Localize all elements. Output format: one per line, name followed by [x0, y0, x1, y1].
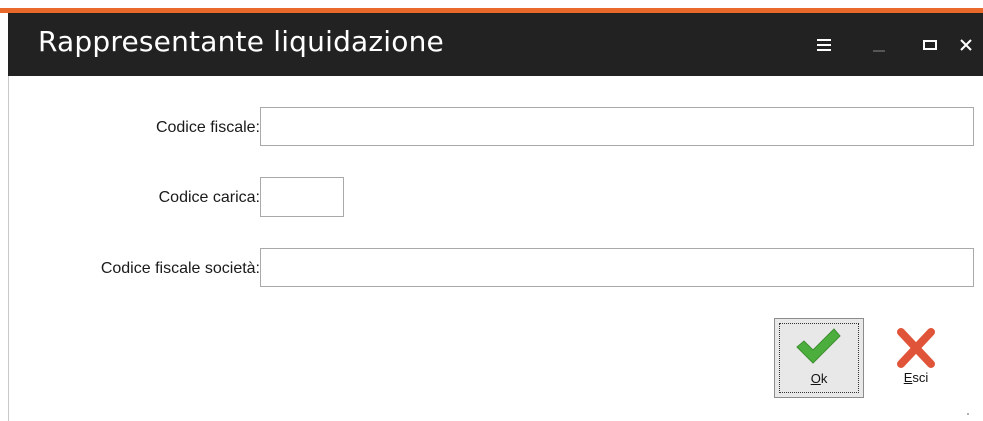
title-bar[interactable]: Rappresentante liquidazione	[8, 13, 983, 76]
ok-accel-letter: O	[810, 371, 821, 386]
codice-carica-input[interactable]	[260, 177, 344, 217]
codice-fiscale-label: Codice fiscale:	[155, 119, 260, 136]
menu-button[interactable]	[810, 31, 838, 59]
close-button[interactable]	[952, 31, 980, 59]
close-icon	[960, 39, 972, 51]
window-title: Rappresentante liquidazione	[38, 25, 444, 58]
dialog-body: Codice fiscale: Codice carica: Codice fi…	[8, 76, 983, 421]
resize-grip-icon[interactable]	[964, 410, 970, 416]
ok-button-label: Ok	[775, 371, 863, 386]
minimize-icon	[873, 50, 885, 52]
codice-fiscale-societa-label: Codice fiscale società:	[100, 260, 260, 277]
minimize-button[interactable]	[866, 31, 894, 59]
dialog-window: Rappresentante liquidazione Codice fisca…	[0, 0, 983, 421]
esci-button[interactable]: Esci	[884, 318, 954, 398]
ok-label-rest: k	[820, 371, 828, 386]
esci-button-label: Esci	[884, 370, 948, 385]
maximize-button[interactable]	[916, 31, 944, 59]
x-cross-icon	[897, 328, 935, 368]
codice-fiscale-societa-input[interactable]	[260, 248, 974, 287]
esci-label-rest: sci	[912, 370, 929, 385]
codice-carica-label: Codice carica:	[158, 189, 260, 206]
checkmark-icon	[796, 328, 841, 364]
maximize-icon	[923, 40, 937, 50]
menu-icon	[817, 39, 831, 51]
ok-button[interactable]: Ok	[774, 318, 864, 398]
accent-bar	[0, 0, 983, 13]
codice-fiscale-input[interactable]	[260, 107, 974, 146]
